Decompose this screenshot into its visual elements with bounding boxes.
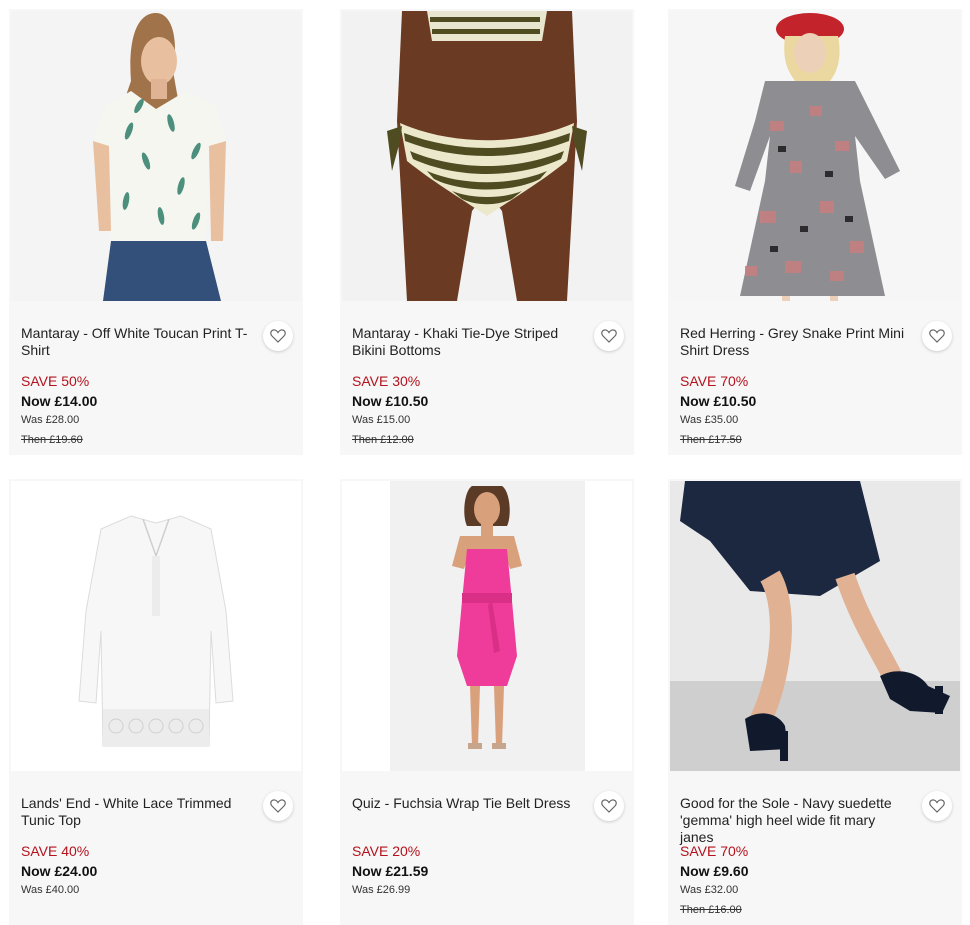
discount-label: SAVE 50% (21, 373, 90, 389)
product-card[interactable]: Red Herring - Grey Snake Print Mini Shir… (668, 9, 962, 455)
product-image[interactable] (342, 11, 632, 301)
heart-outline-icon (270, 799, 286, 813)
discount-label: SAVE 70% (680, 843, 749, 859)
product-image[interactable] (342, 481, 632, 771)
product-card[interactable]: Good for the Sole - Navy suedette 'gemma… (668, 479, 962, 925)
product-title[interactable]: Red Herring - Grey Snake Print Mini Shir… (680, 325, 910, 359)
was-price: Was £28.00 (21, 414, 80, 426)
product-title[interactable]: Lands' End - White Lace Trimmed Tunic To… (21, 795, 251, 829)
product-grid: Mantaray - Off White Toucan Print T-Shir… (0, 0, 970, 925)
snake-print-dress-photo (670, 11, 960, 301)
current-price: Now £24.00 (21, 863, 98, 879)
striped-bikini-photo (342, 11, 632, 301)
product-card[interactable]: Mantaray - Off White Toucan Print T-Shir… (9, 9, 303, 455)
heart-outline-icon (601, 329, 617, 343)
wishlist-button[interactable] (263, 791, 293, 821)
product-info: Red Herring - Grey Snake Print Mini Shir… (668, 301, 962, 455)
was-price: Was £35.00 (680, 414, 739, 426)
discount-label: SAVE 30% (352, 373, 421, 389)
was-price: Was £26.99 (352, 884, 411, 896)
product-title[interactable]: Quiz - Fuchsia Wrap Tie Belt Dress (352, 795, 582, 812)
heart-outline-icon (929, 329, 945, 343)
current-price: Now £9.60 (680, 863, 749, 879)
product-image[interactable] (670, 481, 960, 771)
product-image[interactable] (11, 11, 301, 301)
product-title[interactable]: Mantaray - Off White Toucan Print T-Shir… (21, 325, 251, 359)
wishlist-button[interactable] (922, 321, 952, 351)
then-price: Then £19.60 (21, 434, 83, 446)
toucan-print-tshirt-photo (11, 11, 301, 301)
product-card[interactable]: Mantaray - Khaki Tie-Dye Striped Bikini … (340, 9, 634, 455)
white-tunic-photo (11, 481, 301, 771)
discount-label: SAVE 20% (352, 843, 421, 859)
was-price: Was £40.00 (21, 884, 80, 896)
heart-outline-icon (601, 799, 617, 813)
current-price: Now £14.00 (21, 393, 98, 409)
product-info: Mantaray - Khaki Tie-Dye Striped Bikini … (340, 301, 634, 455)
then-price: Then £12.00 (352, 434, 414, 446)
product-info: Good for the Sole - Navy suedette 'gemma… (668, 771, 962, 925)
wishlist-button[interactable] (594, 791, 624, 821)
current-price: Now £10.50 (680, 393, 757, 409)
product-card[interactable]: Quiz - Fuchsia Wrap Tie Belt Dress SAVE … (340, 479, 634, 925)
was-price: Was £15.00 (352, 414, 411, 426)
heart-outline-icon (929, 799, 945, 813)
navy-mary-janes-photo (670, 481, 960, 771)
fuchsia-dress-photo (342, 481, 632, 771)
discount-label: SAVE 70% (680, 373, 749, 389)
then-price: Then £17.50 (680, 434, 742, 446)
product-image[interactable] (670, 11, 960, 301)
wishlist-button[interactable] (594, 321, 624, 351)
product-info: Quiz - Fuchsia Wrap Tie Belt Dress SAVE … (340, 771, 634, 925)
product-info: Mantaray - Off White Toucan Print T-Shir… (9, 301, 303, 455)
wishlist-button[interactable] (263, 321, 293, 351)
product-title[interactable]: Mantaray - Khaki Tie-Dye Striped Bikini … (352, 325, 582, 359)
product-image[interactable] (11, 481, 301, 771)
discount-label: SAVE 40% (21, 843, 90, 859)
product-info: Lands' End - White Lace Trimmed Tunic To… (9, 771, 303, 925)
product-card[interactable]: Lands' End - White Lace Trimmed Tunic To… (9, 479, 303, 925)
current-price: Now £21.59 (352, 863, 429, 879)
wishlist-button[interactable] (922, 791, 952, 821)
product-title[interactable]: Good for the Sole - Navy suedette 'gemma… (680, 795, 910, 846)
was-price: Was £32.00 (680, 884, 739, 896)
heart-outline-icon (270, 329, 286, 343)
then-price: Then £16.00 (680, 904, 742, 916)
current-price: Now £10.50 (352, 393, 429, 409)
